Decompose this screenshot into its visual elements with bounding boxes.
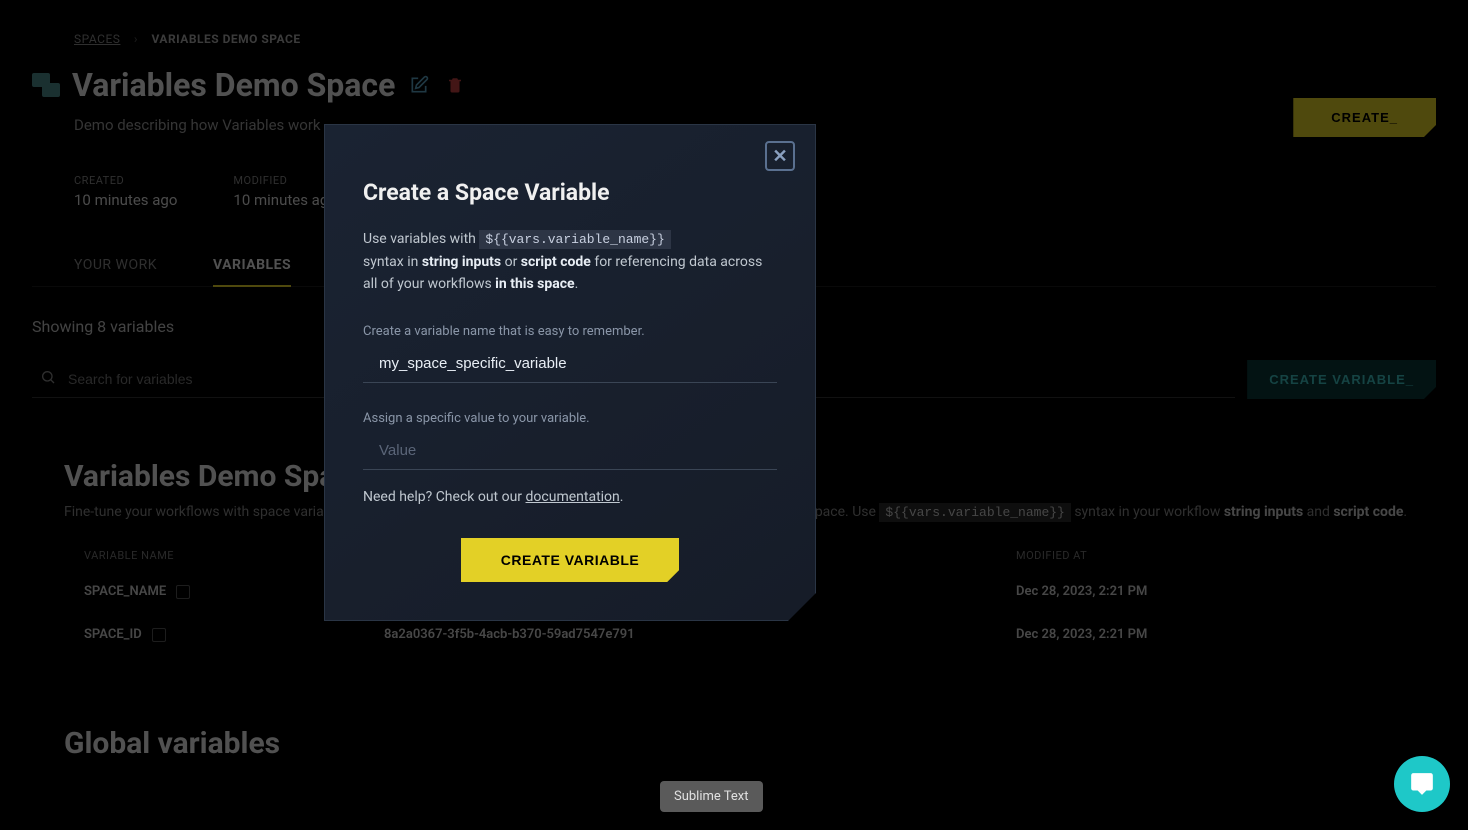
chat-bubble-icon[interactable] [1394, 756, 1450, 812]
create-space-variable-modal: ✕ Create a Space Variable Use variables … [324, 124, 816, 621]
documentation-link[interactable]: documentation [526, 489, 620, 505]
variable-value-input[interactable] [363, 430, 777, 470]
modal-help: Need help? Check out our documentation. [363, 486, 777, 508]
modal-intro: Use variables with ${{vars.variable_name… [363, 228, 777, 296]
variable-name-input[interactable] [363, 343, 777, 383]
modal-title: Create a Space Variable [363, 179, 777, 206]
variable-value-label: Assign a specific value to your variable… [363, 411, 777, 426]
close-icon[interactable]: ✕ [765, 141, 795, 171]
create-variable-submit-button[interactable]: CREATE VARIABLE [461, 538, 679, 582]
tooltip: Sublime Text [660, 781, 763, 812]
variable-name-label: Create a variable name that is easy to r… [363, 324, 777, 339]
